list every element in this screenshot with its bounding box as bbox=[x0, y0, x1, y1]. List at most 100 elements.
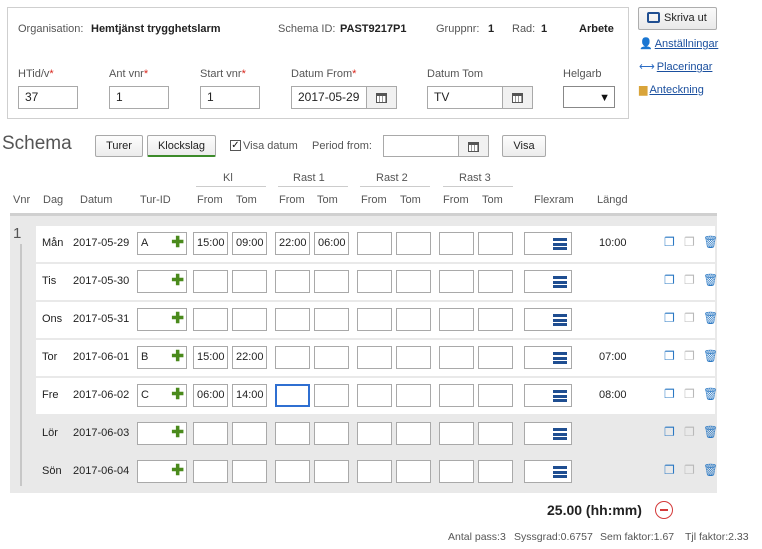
datumtom-calendar-button[interactable] bbox=[503, 86, 533, 109]
tur-id-input[interactable]: A ✚ bbox=[137, 232, 187, 255]
kl-tom-input[interactable] bbox=[232, 460, 267, 483]
rast2-tom-input[interactable] bbox=[396, 384, 431, 407]
trash-icon[interactable]: 🗑 bbox=[703, 235, 718, 249]
trash-icon[interactable]: 🗑 bbox=[703, 425, 718, 439]
helgarb-select[interactable]: ▼ bbox=[563, 86, 615, 108]
trash-icon[interactable]: 🗑 bbox=[703, 311, 718, 325]
kl-from-input[interactable] bbox=[193, 422, 228, 445]
flexram-field[interactable] bbox=[524, 384, 572, 407]
menu-icon[interactable] bbox=[553, 238, 567, 250]
flexram-field[interactable] bbox=[524, 232, 572, 255]
rast2-from-input[interactable] bbox=[357, 346, 392, 369]
flexram-field[interactable] bbox=[524, 422, 572, 445]
rast1-from-input[interactable] bbox=[275, 270, 310, 293]
period-from-input[interactable] bbox=[383, 135, 459, 157]
rast2-from-input[interactable] bbox=[357, 232, 392, 255]
rast1-tom-input[interactable] bbox=[314, 308, 349, 331]
rast1-from-input[interactable] bbox=[275, 308, 310, 331]
rast1-tom-input[interactable]: 06:00 bbox=[314, 232, 349, 255]
plus-icon[interactable]: ✚ bbox=[171, 387, 184, 403]
menu-icon[interactable] bbox=[553, 466, 567, 478]
rast3-tom-input[interactable] bbox=[478, 232, 513, 255]
trash-icon[interactable]: 🗑 bbox=[703, 349, 718, 363]
tur-id-input[interactable]: ✚ bbox=[137, 270, 187, 293]
rast1-tom-input[interactable] bbox=[314, 270, 349, 293]
copy-icon[interactable]: ❐ bbox=[664, 273, 675, 287]
rast1-from-input[interactable] bbox=[275, 460, 310, 483]
kl-tom-input[interactable]: 22:00 bbox=[232, 346, 267, 369]
rast1-tom-input[interactable] bbox=[314, 346, 349, 369]
kl-tom-input[interactable] bbox=[232, 270, 267, 293]
rast1-from-input[interactable] bbox=[275, 422, 310, 445]
datumtom-input[interactable]: TV bbox=[427, 86, 503, 109]
link-anstallningar[interactable]: 👤 Anställningar bbox=[639, 37, 718, 50]
kl-from-input[interactable]: 15:00 bbox=[193, 232, 228, 255]
kl-from-input[interactable]: 15:00 bbox=[193, 346, 228, 369]
rast1-from-input[interactable] bbox=[275, 346, 310, 369]
plus-icon[interactable]: ✚ bbox=[171, 463, 184, 479]
kl-tom-input[interactable] bbox=[232, 308, 267, 331]
copy-icon[interactable]: ❐ bbox=[664, 235, 675, 249]
rast3-tom-input[interactable] bbox=[478, 422, 513, 445]
remove-icon[interactable] bbox=[655, 501, 673, 519]
rast3-from-input[interactable] bbox=[439, 346, 474, 369]
startvnr-input[interactable]: 1 bbox=[200, 86, 260, 109]
antvnr-input[interactable]: 1 bbox=[109, 86, 169, 109]
flexram-field[interactable] bbox=[524, 460, 572, 483]
rast3-from-input[interactable] bbox=[439, 270, 474, 293]
kl-from-input[interactable] bbox=[193, 308, 228, 331]
copy-icon[interactable]: ❐ bbox=[664, 463, 675, 477]
plus-icon[interactable]: ✚ bbox=[171, 311, 184, 327]
rast3-tom-input[interactable] bbox=[478, 270, 513, 293]
plus-icon[interactable]: ✚ bbox=[171, 235, 184, 251]
rast2-tom-input[interactable] bbox=[396, 308, 431, 331]
rast3-from-input[interactable] bbox=[439, 460, 474, 483]
rast1-tom-input[interactable] bbox=[314, 384, 349, 407]
visa-datum-checkbox[interactable]: ✓ bbox=[230, 140, 241, 151]
flexram-field[interactable] bbox=[524, 346, 572, 369]
tur-id-input[interactable]: C ✚ bbox=[137, 384, 187, 407]
menu-icon[interactable] bbox=[553, 352, 567, 364]
rast3-from-input[interactable] bbox=[439, 384, 474, 407]
rast3-tom-input[interactable] bbox=[478, 308, 513, 331]
rast2-from-input[interactable] bbox=[357, 384, 392, 407]
tur-id-input[interactable]: B ✚ bbox=[137, 346, 187, 369]
rast2-from-input[interactable] bbox=[357, 270, 392, 293]
rast2-from-input[interactable] bbox=[357, 460, 392, 483]
flexram-field[interactable] bbox=[524, 308, 572, 331]
rast3-tom-input[interactable] bbox=[478, 384, 513, 407]
tur-id-input[interactable]: ✚ bbox=[137, 422, 187, 445]
menu-icon[interactable] bbox=[553, 276, 567, 288]
rast3-from-input[interactable] bbox=[439, 232, 474, 255]
menu-icon[interactable] bbox=[553, 428, 567, 440]
kl-from-input[interactable] bbox=[193, 460, 228, 483]
tur-id-input[interactable]: ✚ bbox=[137, 308, 187, 331]
period-calendar-button[interactable] bbox=[459, 135, 489, 157]
kl-from-input[interactable]: 06:00 bbox=[193, 384, 228, 407]
copy-icon[interactable]: ❐ bbox=[664, 387, 675, 401]
turer-button[interactable]: Turer bbox=[95, 135, 143, 157]
rast3-tom-input[interactable] bbox=[478, 346, 513, 369]
tur-id-input[interactable]: ✚ bbox=[137, 460, 187, 483]
flexram-field[interactable] bbox=[524, 270, 572, 293]
copy-icon[interactable]: ❐ bbox=[664, 425, 675, 439]
print-button[interactable]: Skriva ut bbox=[638, 7, 717, 30]
rast1-from-input[interactable] bbox=[275, 384, 310, 407]
kl-tom-input[interactable]: 14:00 bbox=[232, 384, 267, 407]
trash-icon[interactable]: 🗑 bbox=[703, 387, 718, 401]
link-anteckning[interactable]: ▆ Anteckning bbox=[639, 83, 704, 96]
klockslag-button[interactable]: Klockslag bbox=[147, 135, 216, 157]
link-placeringar[interactable]: ⟷ Placeringar bbox=[639, 60, 712, 73]
rast1-tom-input[interactable] bbox=[314, 460, 349, 483]
kl-from-input[interactable] bbox=[193, 270, 228, 293]
trash-icon[interactable]: 🗑 bbox=[703, 273, 718, 287]
rast2-tom-input[interactable] bbox=[396, 346, 431, 369]
rast1-from-input[interactable]: 22:00 bbox=[275, 232, 310, 255]
rast2-tom-input[interactable] bbox=[396, 270, 431, 293]
visa-button[interactable]: Visa bbox=[502, 135, 546, 157]
copy-icon[interactable]: ❐ bbox=[664, 349, 675, 363]
menu-icon[interactable] bbox=[553, 390, 567, 402]
rast2-tom-input[interactable] bbox=[396, 232, 431, 255]
kl-tom-input[interactable] bbox=[232, 422, 267, 445]
htid-input[interactable]: 37 bbox=[18, 86, 78, 109]
